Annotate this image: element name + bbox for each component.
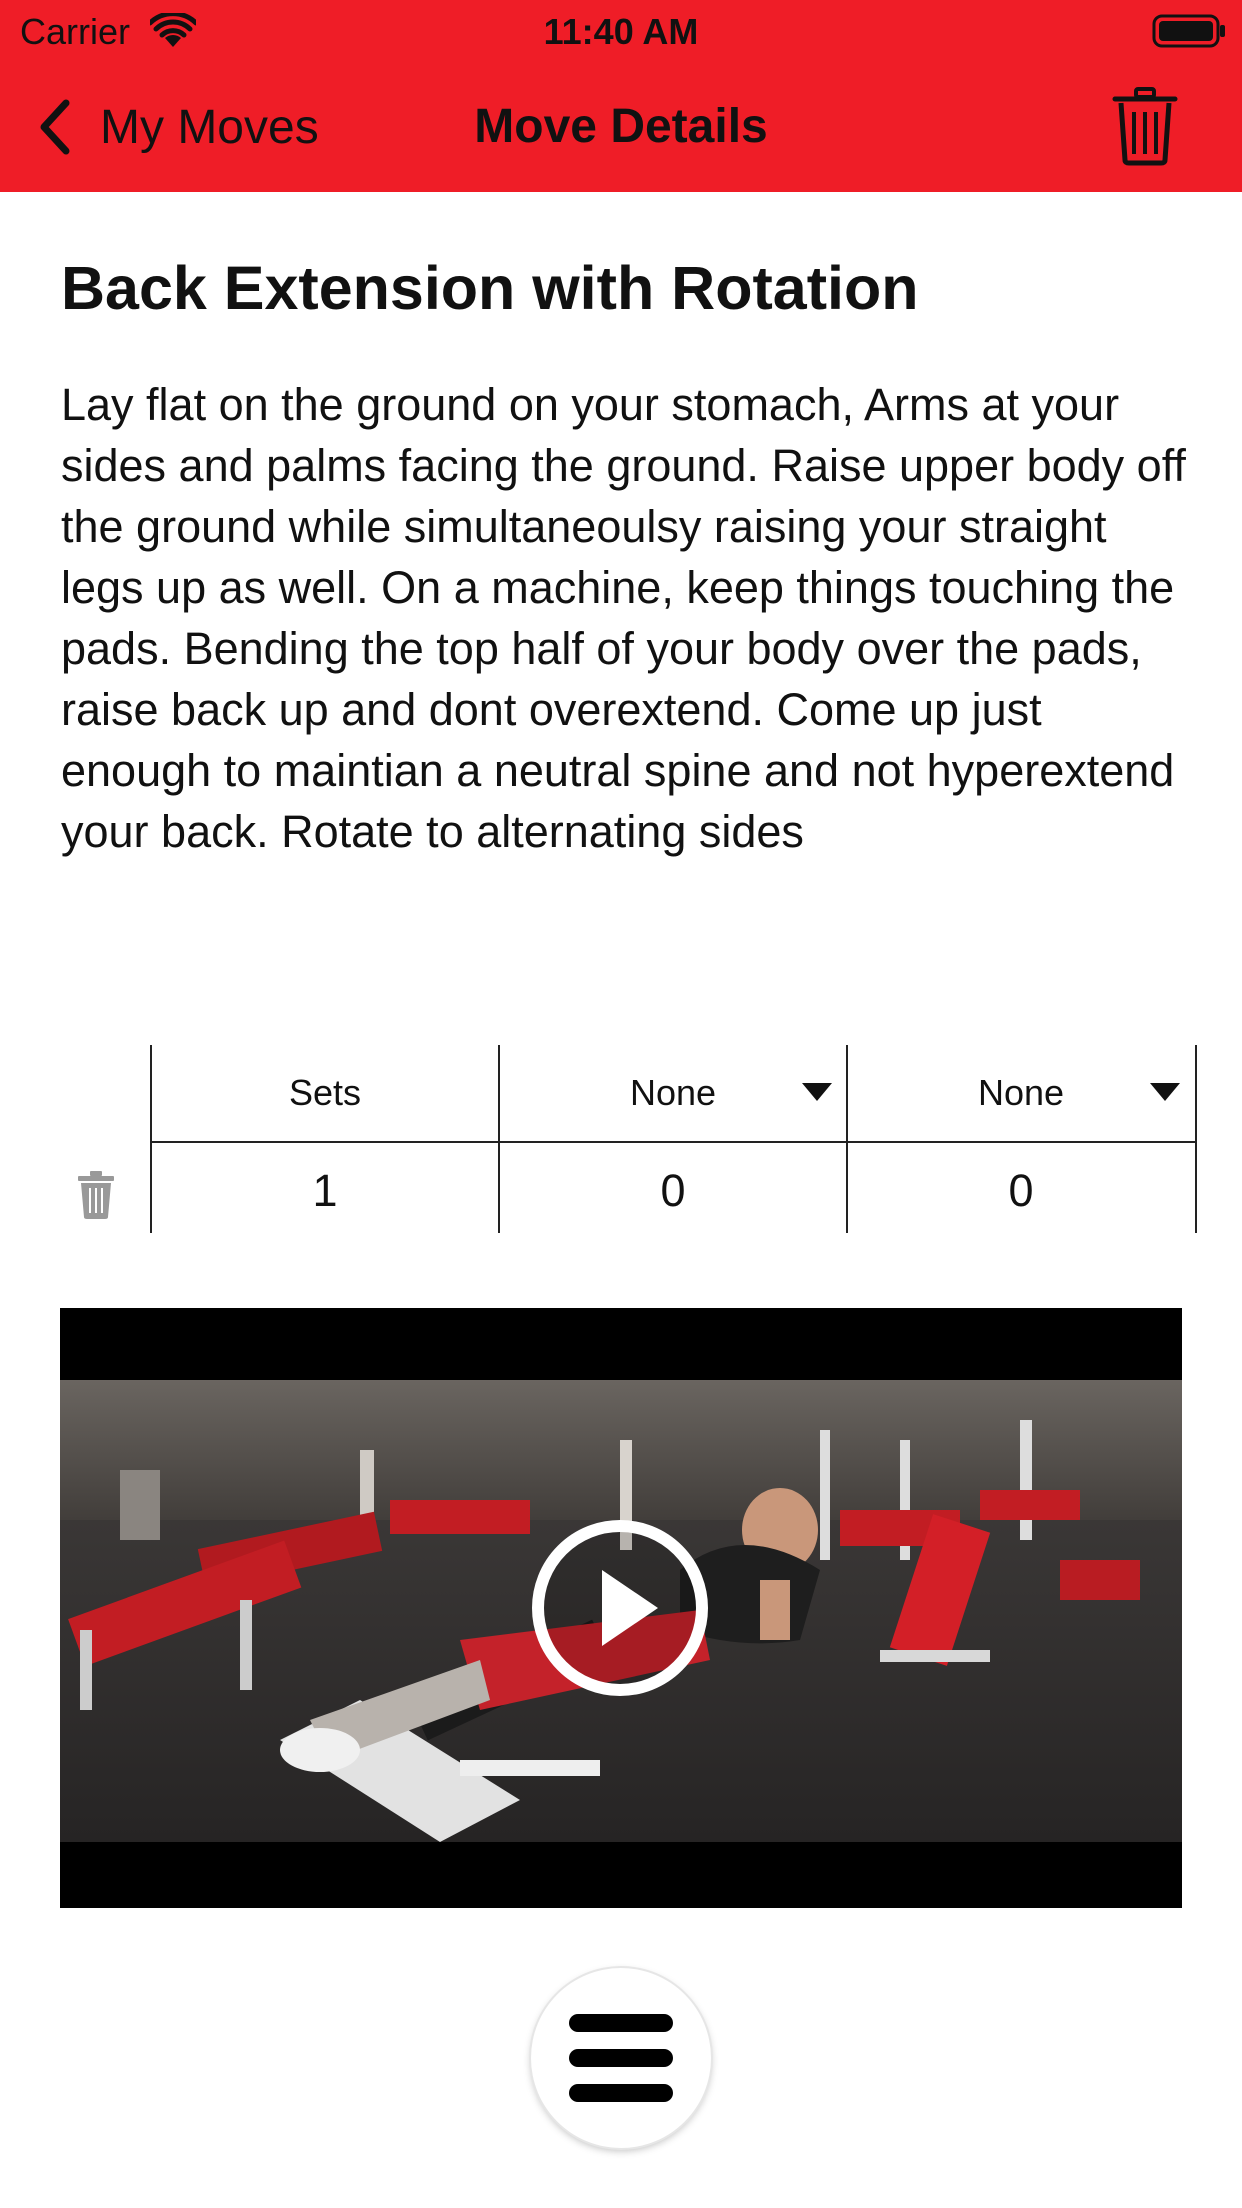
trash-icon[interactable] [1112,86,1178,166]
sets-value-cell[interactable]: 1 [152,1143,498,1239]
menu-button[interactable] [531,1968,711,2148]
move-title: Back Extension with Rotation [61,254,919,322]
row-trash-icon[interactable] [76,1170,116,1220]
hamburger-bar [569,2049,673,2067]
caret-down-icon [802,1083,832,1101]
move-description: Lay flat on the ground on your stomach, … [61,379,1186,857]
play-icon[interactable] [530,1518,710,1698]
header-dropdown-1[interactable]: None [500,1045,846,1141]
battery-icon [1152,14,1225,48]
page-title: Move Details [474,100,768,153]
hamburger-bar [569,2014,673,2032]
status-time: 11:40 AM [543,11,699,52]
top-bar: Carrier 11:40 AM My Moves Move Details [0,0,1242,192]
sets-table: Sets None None 1 0 0 [150,1045,1197,1233]
video-player[interactable] [60,1308,1182,1908]
header-dropdown-label: None [629,1072,717,1113]
header-sets: Sets [288,1072,362,1113]
table-divider [1195,1045,1197,1233]
caret-down-icon [1150,1083,1180,1101]
header-dropdown-label: None [977,1072,1065,1113]
header-dropdown-2[interactable]: None [848,1045,1194,1141]
metric-value-cell[interactable]: 0 [500,1143,846,1239]
metric-value-cell[interactable]: 0 [848,1143,1194,1239]
hamburger-bar [569,2084,673,2102]
